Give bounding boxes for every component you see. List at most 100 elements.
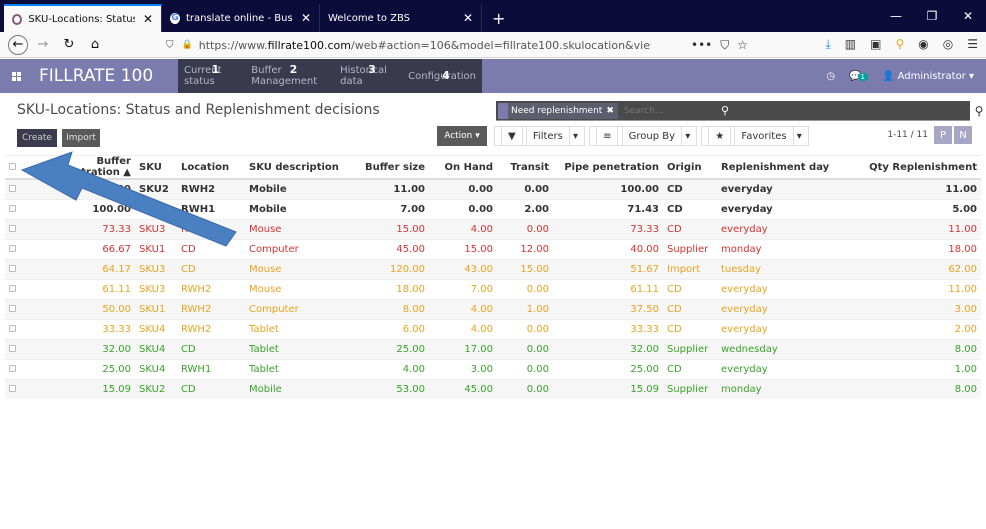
forward-button[interactable]: → — [32, 34, 54, 56]
import-button[interactable]: Import — [62, 129, 100, 147]
row-checkbox[interactable] — [5, 258, 23, 279]
pager: 1-11 / 11 P N — [887, 126, 972, 144]
home-button[interactable]: ⌂ — [84, 34, 106, 56]
table-row[interactable]: 64.17 SKU3 CD Mouse 120.00 43.00 15.00 51.67 Imp… — [5, 258, 981, 279]
row-checkbox[interactable] — [5, 358, 23, 379]
menu-item-buffer-management[interactable]: Buffer Management 2 — [245, 63, 334, 87]
menu-item-configuration[interactable]: Configuration 4 — [402, 69, 482, 82]
key-icon[interactable]: ⚲ — [895, 37, 904, 52]
row-checkbox[interactable] — [5, 178, 23, 199]
search-icon[interactable]: ⚲ — [970, 101, 986, 121]
table-cell: 0.00 — [429, 198, 497, 219]
browser-tab-3[interactable]: Welcome to ZBS ✕ — [320, 4, 482, 32]
user-icon: 👤 — [881, 70, 895, 82]
table-cell: CD — [177, 238, 245, 259]
column-header[interactable]: Qty Replenishment — [843, 155, 981, 180]
lock-icon: 🔒 — [181, 40, 193, 50]
close-icon[interactable]: ✕ — [455, 11, 473, 25]
table-cell: Mobile — [245, 378, 357, 399]
extension-icon[interactable]: ◉ — [918, 37, 928, 52]
table-cell: Computer — [245, 238, 357, 259]
column-header[interactable]: Pipe penetration — [553, 155, 663, 180]
select-all-checkbox[interactable] — [5, 155, 23, 180]
bookmark-star-icon[interactable]: ☆ — [737, 38, 748, 53]
table-row[interactable]: 73.33 SKU3 RWH1 Mouse 15.00 4.00 0.00 73.33 CD ev… — [5, 218, 981, 239]
table-row[interactable]: 33.33 SKU4 RWH2 Tablet 6.00 4.00 0.00 33.33 CD ev… — [5, 318, 981, 339]
table-cell: 17.00 — [429, 338, 497, 359]
column-header[interactable]: Origin — [663, 155, 717, 180]
pocket-icon[interactable]: ⛉ — [720, 38, 729, 53]
table-cell: 100.00 — [553, 178, 663, 199]
menu-marker: 1 — [211, 63, 220, 76]
column-header[interactable]: Buffer size — [357, 155, 429, 180]
table-cell: 3.00 — [843, 298, 981, 319]
browser-tab-1[interactable]: SKU-Locations: Status and Repl ✕ — [4, 4, 162, 32]
close-icon[interactable]: ✕ — [293, 11, 311, 25]
table-row[interactable]: 66.67 SKU1 CD Computer 45.00 15.00 12.00 40.00 S… — [5, 238, 981, 259]
table-cell: 0.00 — [497, 358, 553, 379]
favorites-button[interactable]: ★ Favorites ▾ — [701, 126, 809, 146]
row-checkbox[interactable] — [5, 218, 23, 239]
table-cell: 1.00 — [843, 358, 981, 379]
row-checkbox[interactable] — [5, 378, 23, 399]
minimize-button[interactable]: — — [878, 0, 914, 32]
back-button[interactable]: ← — [8, 34, 28, 55]
sidebar-icon[interactable]: ▣ — [870, 37, 881, 52]
library-icon[interactable]: ▥ — [845, 37, 856, 52]
filters-label: Filters — [525, 126, 570, 146]
table-row[interactable]: 15.09 SKU2 CD Mobile 53.00 45.00 0.00 15.09 Supp… — [5, 378, 981, 399]
menu-item-current-status[interactable]: Current status 1 — [178, 63, 245, 87]
row-checkbox[interactable] — [5, 338, 23, 359]
table-cell: SKU4 — [135, 338, 177, 359]
table-cell: CD — [663, 298, 717, 319]
close-window-button[interactable]: ✕ — [950, 0, 986, 32]
column-header[interactable]: Location — [177, 155, 245, 180]
table-cell: Tablet — [245, 358, 357, 379]
table-row[interactable]: 32.00 SKU4 CD Tablet 25.00 17.00 0.00 32.00 Supp… — [5, 338, 981, 359]
action-button[interactable]: Action ▾ — [437, 126, 487, 146]
groupby-button[interactable]: ≡ Group By ▾ — [589, 126, 698, 146]
table-cell: 61.11 — [23, 278, 135, 299]
table-row[interactable]: 100.00 SKU2 RWH1 Mobile 7.00 0.00 2.00 71.43 CD e… — [5, 198, 981, 219]
create-button[interactable]: Create — [17, 129, 57, 147]
row-checkbox[interactable] — [5, 298, 23, 319]
new-tab-button[interactable]: + — [482, 4, 515, 32]
maximize-button[interactable]: ❐ — [914, 0, 950, 32]
reload-button[interactable]: ↻ — [58, 34, 80, 56]
more-icon[interactable]: ••• — [691, 38, 712, 53]
menu-item-historical-data[interactable]: Historical data 3 — [334, 63, 402, 87]
pager-previous-button[interactable]: P — [934, 126, 952, 144]
table-row[interactable]: 61.11 SKU3 RWH2 Mouse 18.00 7.00 0.00 61.11 CD ev… — [5, 278, 981, 299]
clock-icon[interactable]: ◷ — [826, 71, 835, 82]
table-row[interactable]: 25.00 SKU4 RWH1 Tablet 4.00 3.00 0.00 25.00 CD ev… — [5, 358, 981, 379]
row-checkbox[interactable] — [5, 318, 23, 339]
table-row[interactable]: 100.00 SKU2 RWH2 Mobile 11.00 0.00 0.00 100.00 C… — [5, 178, 981, 199]
row-checkbox[interactable] — [5, 278, 23, 299]
apps-grid-icon[interactable] — [12, 71, 21, 81]
search-facet[interactable]: Need replenishment ✖ — [498, 102, 618, 119]
close-icon[interactable]: ✕ — [135, 12, 153, 26]
row-checkbox[interactable] — [5, 238, 23, 259]
filters-button[interactable]: ▼ Filters ▾ — [494, 126, 586, 146]
column-header[interactable]: On Hand — [429, 155, 497, 180]
pager-value[interactable]: 1-11 / 11 — [887, 130, 928, 140]
browser-tab-2[interactable]: G translate online - Buscar con G ✕ — [162, 4, 320, 32]
hamburger-menu-icon[interactable]: ☰ — [967, 37, 978, 52]
column-header[interactable]: Transit — [497, 155, 553, 180]
pager-next-button[interactable]: N — [954, 126, 972, 144]
row-checkbox[interactable] — [5, 198, 23, 219]
table-cell: RWH1 — [177, 218, 245, 239]
account-icon[interactable]: ◎ — [943, 37, 953, 52]
table-row[interactable]: 50.00 SKU1 RWH2 Computer 8.00 4.00 1.00 37.50 CD… — [5, 298, 981, 319]
column-header[interactable]: Buffer penetration ▲ — [23, 155, 135, 180]
search-input[interactable] — [623, 105, 970, 116]
user-menu[interactable]: 👤 Administrator ▾ — [882, 71, 974, 82]
user-name: Administrator — [897, 70, 966, 82]
download-icon[interactable]: ⤓ — [825, 37, 830, 52]
column-header[interactable]: SKU description — [245, 155, 357, 180]
close-icon[interactable]: ✖ — [606, 106, 614, 116]
column-header[interactable]: Replenishment day — [717, 155, 843, 180]
messages-icon[interactable]: 💬1 — [849, 71, 868, 82]
column-header[interactable]: SKU — [135, 155, 177, 180]
url-bar[interactable]: ⛉ 🔒 https://www. fillrate100.com/web#acti… — [166, 34, 748, 56]
